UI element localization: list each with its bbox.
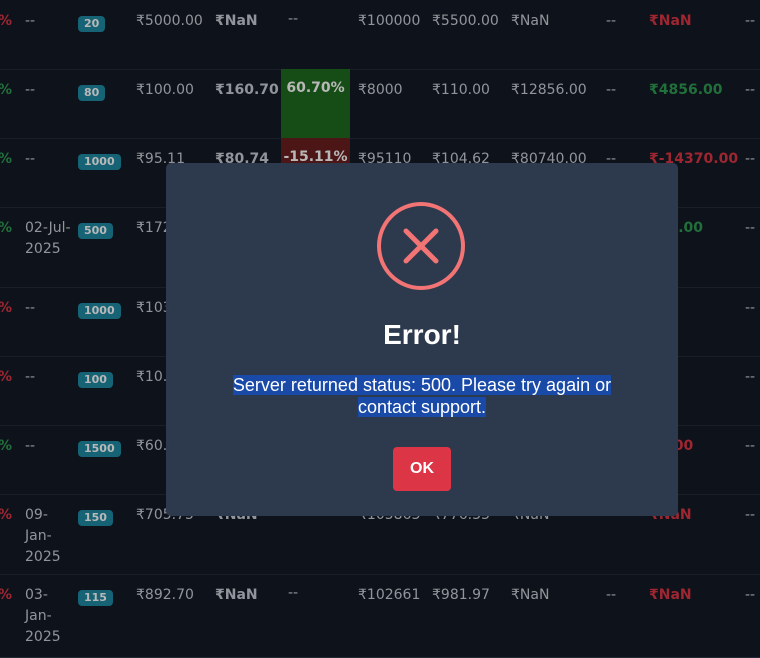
dialog-title: Error! [383, 319, 461, 350]
error-dialog: Error! Server returned status: 500. Plea… [166, 163, 678, 516]
ok-button[interactable]: OK [393, 447, 451, 491]
error-x-icon [377, 202, 465, 290]
dialog-message-text: Server returned status: 500. Please try … [232, 375, 612, 417]
dialog-message: Server returned status: 500. Please try … [206, 374, 638, 418]
